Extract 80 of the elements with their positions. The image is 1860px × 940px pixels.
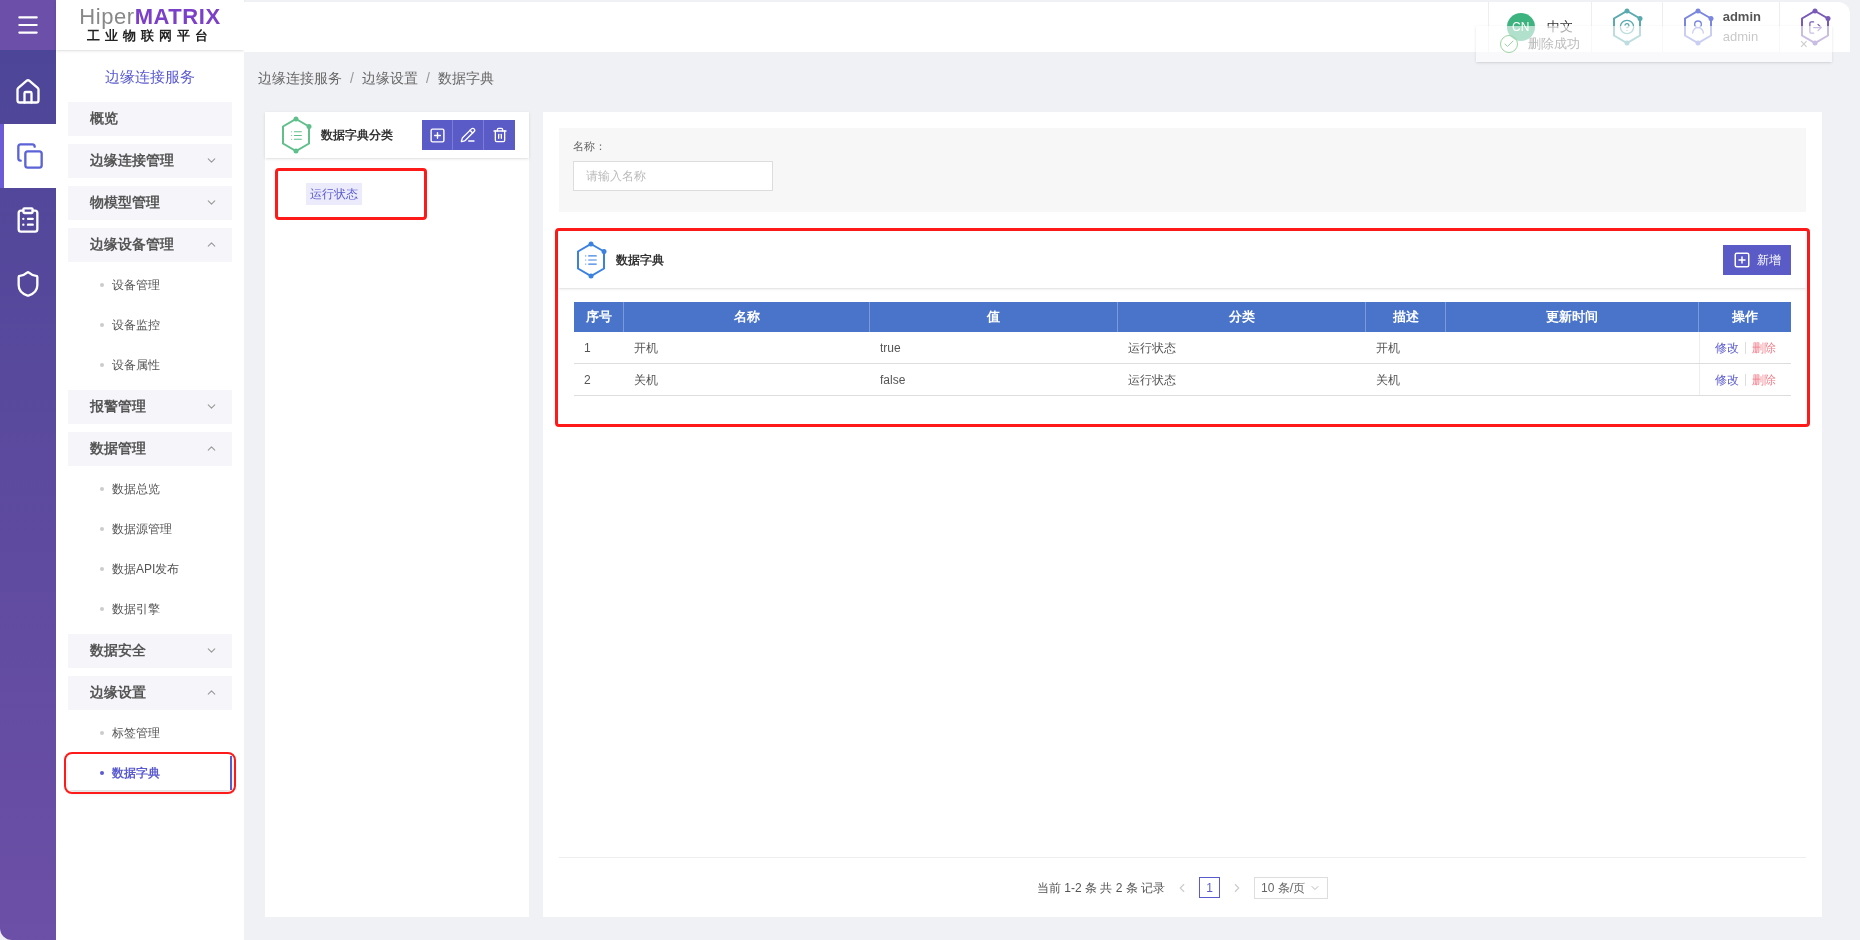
breadcrumb-separator: / (350, 68, 354, 88)
pencil-icon (460, 127, 476, 143)
menu-group-label: 数据管理 (90, 439, 146, 458)
menu-group-label: 边缘设备管理 (90, 235, 174, 254)
plus-icon (428, 126, 446, 144)
bullet-icon (100, 606, 104, 611)
panel-title: 数据字典分类 (321, 127, 393, 144)
table-cell-text: 运行状态 (1128, 371, 1176, 389)
bullet-icon (100, 362, 104, 367)
bullet-icon (100, 486, 104, 491)
menu-group[interactable]: 边缘连接管理 (68, 143, 232, 178)
menu-group[interactable]: 物模型管理 (68, 185, 232, 220)
new-button[interactable]: 新增 (1723, 244, 1791, 275)
table-cell-text: true (880, 339, 901, 357)
table-cell-text: 1 (584, 339, 591, 357)
menu-group[interactable]: 数据安全 (68, 633, 232, 668)
pagination-summary: 当前 1-2 条 共 2 条 记录 (1036, 879, 1165, 897)
menu-item[interactable]: 设备管理 (68, 267, 232, 302)
page-button[interactable]: 1 (1199, 877, 1220, 898)
menu-item[interactable]: 数据字典 (68, 755, 232, 790)
sidebar-title: 边缘连接服务 (104, 67, 196, 87)
field-label: 名称： (573, 139, 607, 154)
menu-group-label: 物模型管理 (90, 193, 160, 212)
table-cell-text: 开机 (1376, 339, 1400, 357)
breadcrumb-link[interactable]: 边缘连接服务 (258, 67, 342, 89)
trash-icon (491, 127, 508, 143)
bullet-icon (100, 282, 104, 287)
menu-item[interactable]: 数据总览 (68, 471, 232, 506)
list-icon[interactable] (574, 240, 608, 279)
name-input[interactable]: 请输入名称 (573, 160, 773, 191)
home-icon (14, 78, 42, 106)
menu-group-label: 边缘连接管理 (90, 151, 174, 170)
column-header: 更新时间 (1446, 302, 1699, 332)
breadcrumb-separator: / (425, 68, 430, 88)
table-cell-text: 关机 (634, 371, 658, 389)
menu-item[interactable]: 数据源管理 (68, 511, 232, 546)
breadcrumb-link[interactable]: 数据字典 (437, 67, 494, 89)
bullet-icon (100, 730, 104, 735)
column-header: 描述 (1366, 302, 1446, 332)
menu-group-label: 边缘设置 (90, 683, 146, 702)
column-header: 操作 (1731, 308, 1759, 327)
menu-group-label: 报警管理 (90, 397, 146, 416)
menu-group[interactable]: 数据管理 (68, 431, 232, 466)
user-name: admin (1722, 8, 1761, 26)
bullet-icon (100, 566, 104, 571)
menu-item[interactable]: 设备属性 (68, 347, 232, 382)
language-label: 中文 (1546, 18, 1573, 37)
column-header: 值 (870, 302, 1118, 332)
bullet-icon (100, 322, 104, 327)
table-cell-text: false (880, 371, 906, 389)
menu-group[interactable]: 概览 (68, 101, 232, 136)
copy-icon (16, 142, 44, 170)
menu-item[interactable]: 标签管理 (68, 715, 232, 750)
logo-text: HiperMATRIX (79, 6, 221, 28)
table-cell-text: 开机 (634, 339, 658, 357)
breadcrumb-link[interactable]: 边缘设置 (361, 67, 418, 89)
page-size-select[interactable]: 10 条/页 (1254, 876, 1328, 899)
bullet-icon (100, 526, 104, 531)
section-title: 数据字典 (616, 251, 664, 269)
column-header: 分类 (1118, 302, 1366, 332)
menu-item[interactable]: 设备监控 (68, 307, 232, 342)
category-item[interactable]: 运行状态 (306, 183, 362, 205)
table-cell-text: 关机 (1376, 371, 1400, 389)
column-header: 名称 (624, 302, 870, 332)
menu-group[interactable]: 边缘设备管理 (68, 227, 232, 262)
edit-link[interactable]: 修改 (1715, 370, 1739, 389)
logo-subtitle: 工业物联网平台 (87, 28, 213, 44)
edit-link[interactable]: 修改 (1715, 338, 1739, 357)
plus-icon (1733, 250, 1751, 269)
menu-item[interactable]: 数据API发布 (68, 551, 232, 586)
menu-item[interactable]: 数据引擎 (68, 591, 232, 626)
menu-group-label: 数据安全 (90, 641, 146, 660)
menu-group[interactable]: 报警管理 (68, 389, 232, 424)
logout-icon[interactable] (1798, 8, 1832, 46)
table-cell-text: 2 (584, 371, 591, 389)
menu-group-label: 概览 (90, 109, 118, 128)
bullet-icon (100, 770, 104, 775)
table-cell-text: 运行状态 (1128, 339, 1176, 357)
column-header: 序号 (574, 302, 624, 332)
menu-group[interactable]: 边缘设置 (68, 675, 232, 710)
